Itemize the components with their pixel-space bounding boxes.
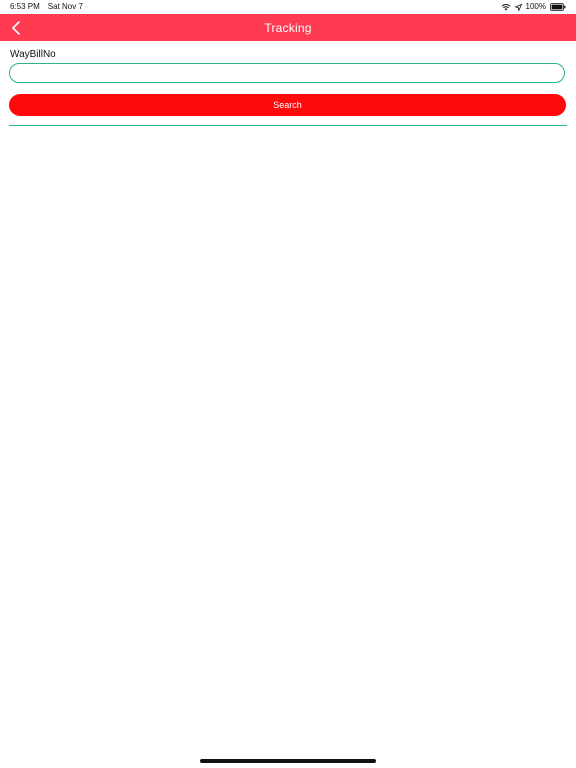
- home-indicator[interactable]: [200, 759, 376, 763]
- location-arrow-icon: [514, 3, 522, 11]
- status-right: 100%: [501, 0, 566, 14]
- status-time: 6:53 PM: [10, 2, 40, 11]
- waybill-label: WayBillNo: [10, 49, 56, 60]
- status-bar: 6:53 PM Sat Nov 7 100%: [0, 0, 576, 14]
- status-left: 6:53 PM Sat Nov 7: [10, 0, 83, 14]
- status-date: Sat Nov 7: [47, 2, 83, 11]
- search-button[interactable]: Search: [9, 94, 566, 116]
- back-button[interactable]: [6, 14, 26, 41]
- page-title: Tracking: [264, 20, 312, 35]
- chevron-left-icon: [11, 20, 21, 35]
- battery-icon: [550, 3, 566, 11]
- battery-percent: 100%: [525, 2, 546, 11]
- nav-bar: Tracking: [0, 14, 576, 41]
- waybill-input[interactable]: [9, 63, 565, 83]
- wifi-icon: [501, 3, 511, 11]
- divider: [9, 125, 567, 126]
